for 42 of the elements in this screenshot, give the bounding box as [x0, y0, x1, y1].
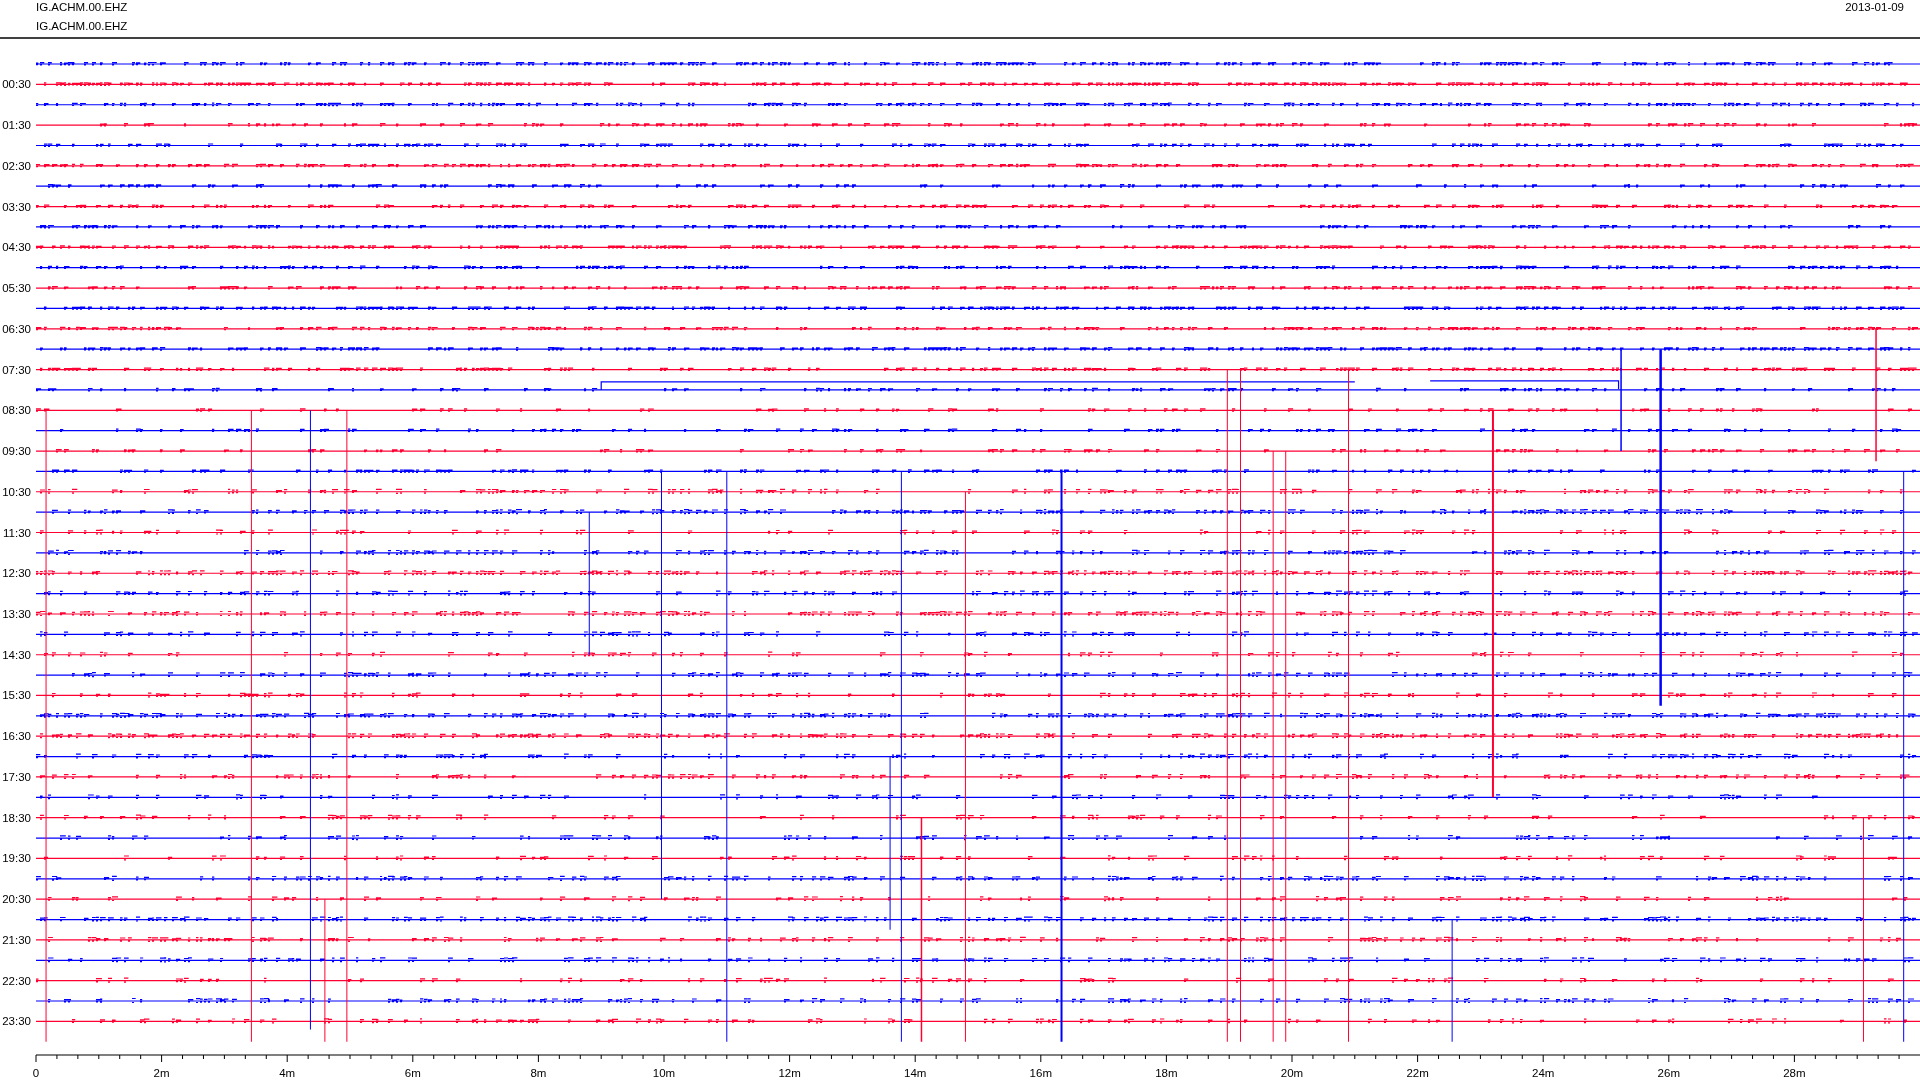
time-label: 01:30 [2, 119, 31, 132]
time-label: 13:30 [2, 608, 31, 620]
minute-label: 28m [1783, 1067, 1806, 1079]
minute-label: 2m [153, 1067, 170, 1079]
time-label: 10:30 [2, 485, 31, 498]
time-label: 20:30 [2, 893, 31, 906]
time-label: 09:30 [2, 445, 31, 458]
time-label: 19:30 [2, 852, 31, 865]
minute-label: 18m [1155, 1067, 1178, 1079]
minute-label: 20m [1280, 1067, 1304, 1079]
minute-label: 0 [32, 1067, 40, 1079]
minute-label: 8m [530, 1067, 547, 1079]
minute-label: 4m [279, 1067, 296, 1079]
time-label: 21:30 [2, 933, 31, 946]
minute-label: 14m [904, 1067, 927, 1079]
date-label: 2013-01-09 [1845, 1, 1904, 13]
minute-label: 24m [1532, 1067, 1555, 1079]
time-label: 17:30 [2, 770, 31, 783]
time-label: 06:30 [2, 322, 31, 335]
time-label: 03:30 [2, 200, 31, 213]
time-label: 08:30 [2, 404, 31, 417]
time-label: 11:30 [3, 526, 31, 539]
minute-label: 10m [652, 1067, 676, 1079]
time-label: 23:30 [2, 1015, 31, 1028]
time-label: 07:30 [2, 363, 31, 376]
time-label: 05:30 [2, 282, 31, 295]
time-label: 22:30 [2, 974, 31, 987]
station-code: IG.ACHM.00.EHZ [36, 1, 128, 13]
minute-label: 22m [1406, 1067, 1429, 1079]
minute-label: 16m [1029, 1067, 1052, 1079]
time-label: 14:30 [2, 648, 31, 661]
time-label: 15:30 [2, 689, 31, 702]
time-label: 16:30 [2, 730, 31, 743]
time-label: 04:30 [2, 241, 31, 254]
minute-label: 6m [404, 1067, 421, 1079]
time-label: 18:30 [2, 811, 31, 824]
minute-label: 26m [1657, 1067, 1680, 1079]
minute-label: 12m [778, 1067, 801, 1079]
time-label: 12:30 [2, 567, 31, 580]
station-code: IG.ACHM.00.EHZ [36, 20, 128, 32]
time-label: 00:30 [2, 78, 31, 91]
time-label: 02:30 [2, 159, 31, 172]
